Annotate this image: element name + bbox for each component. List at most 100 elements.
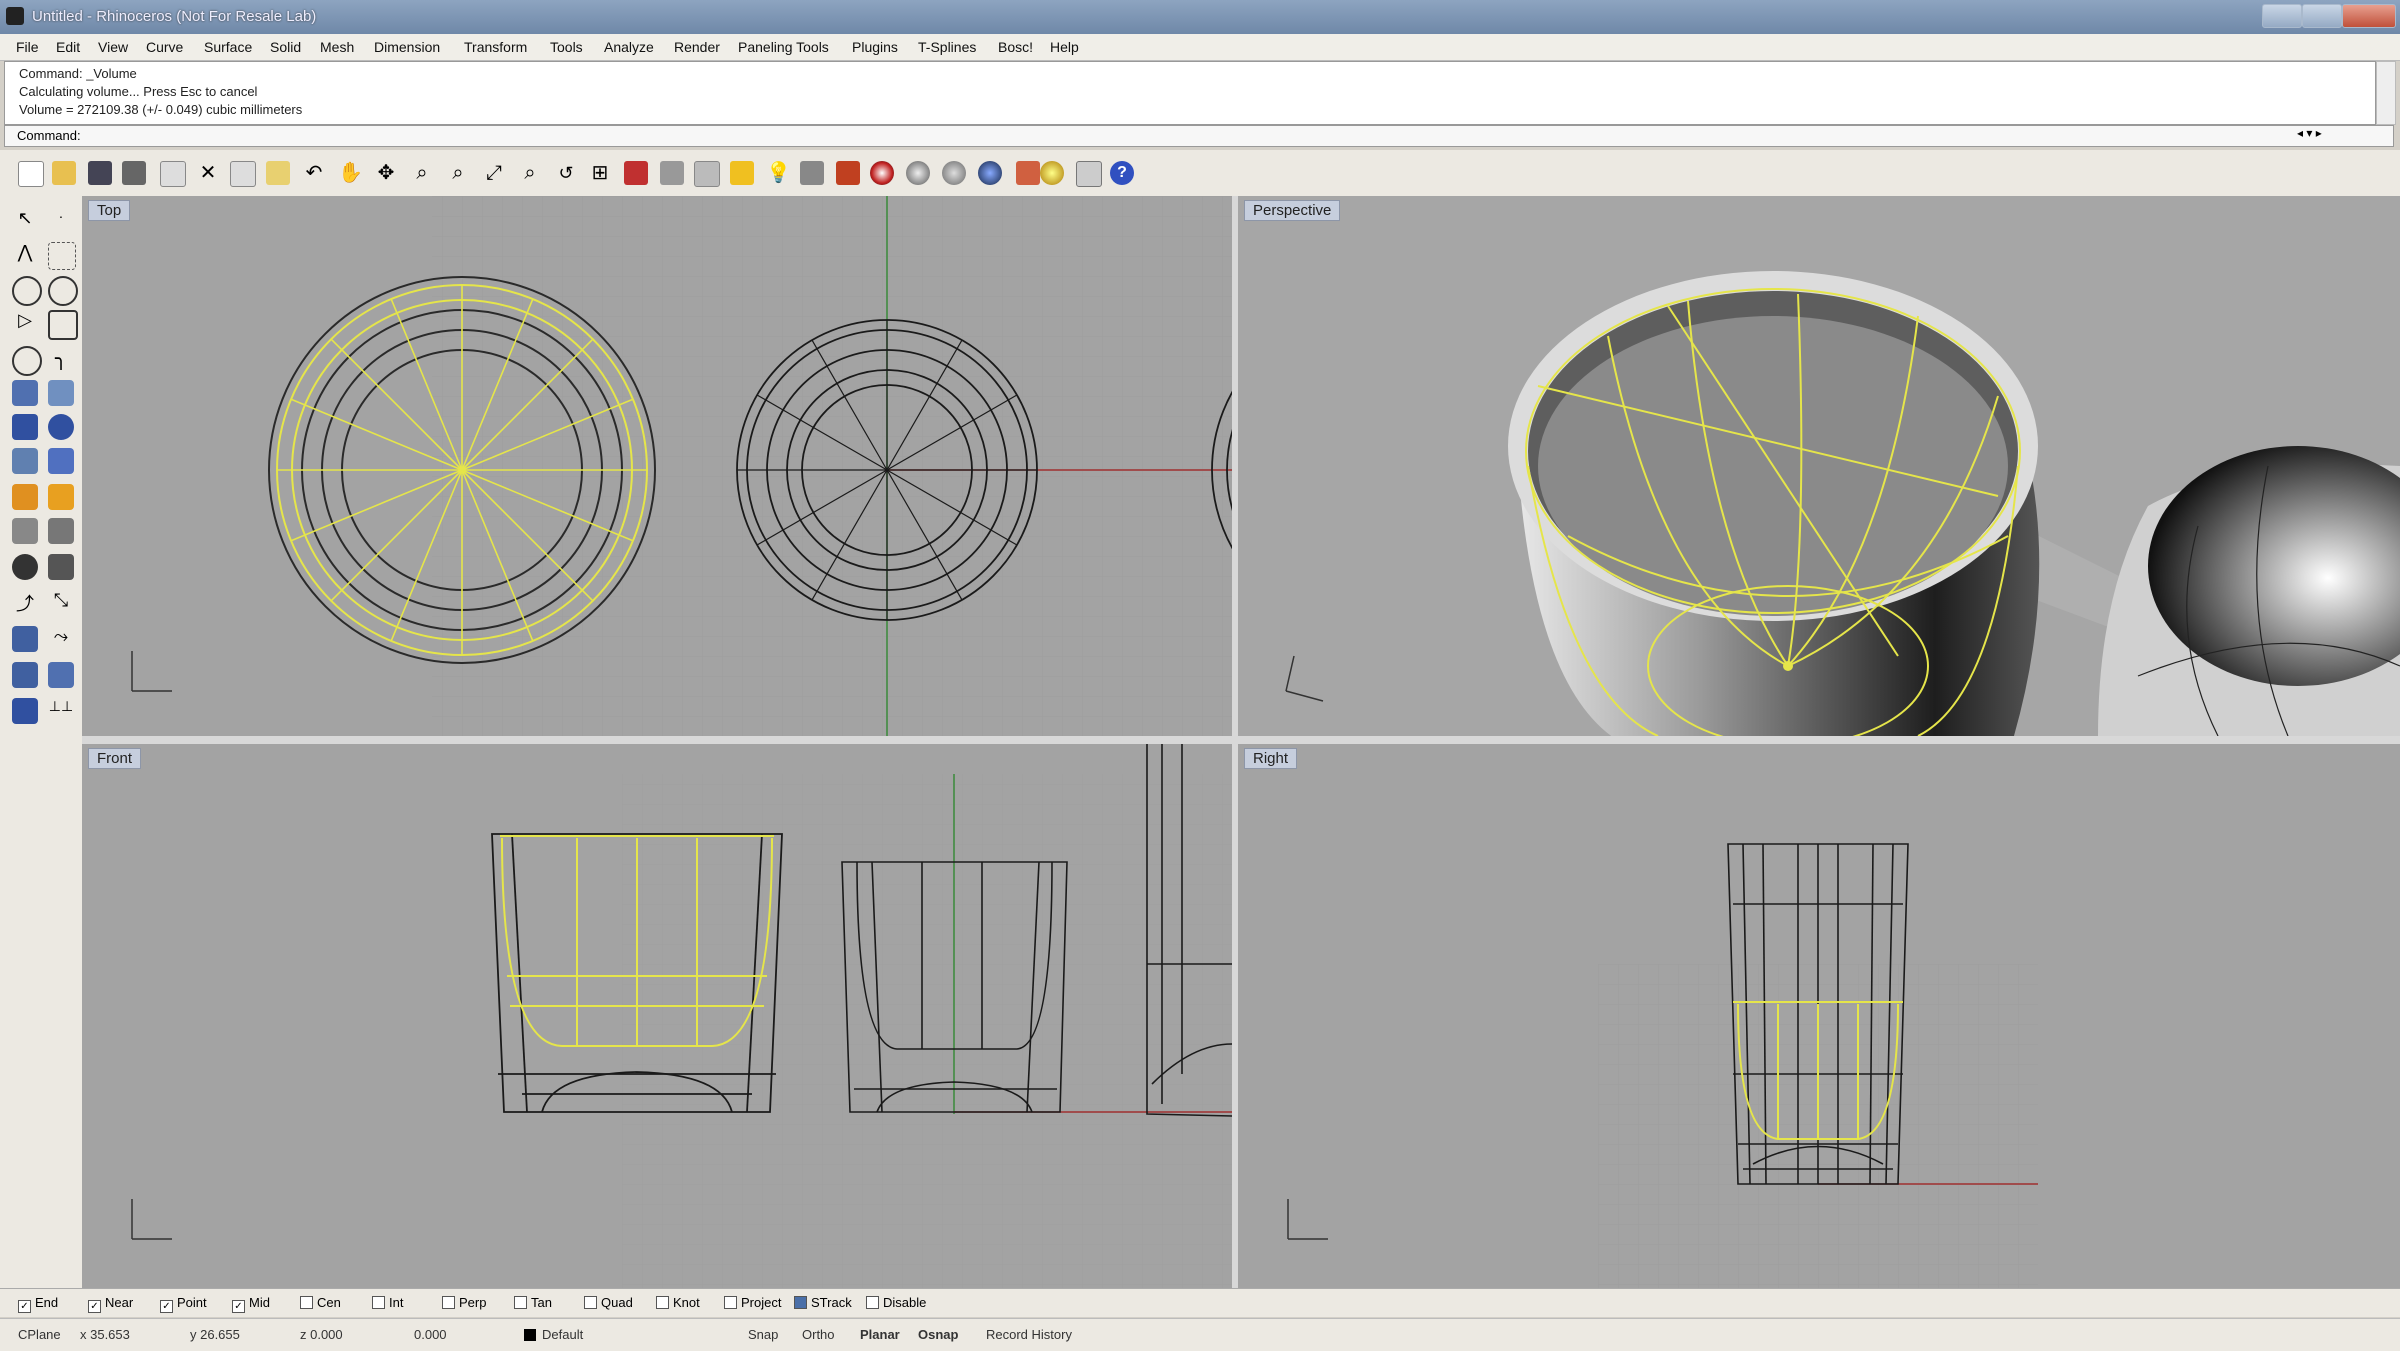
- viewport-perspective[interactable]: Perspective: [1238, 196, 2400, 736]
- checkbox-icon[interactable]: [724, 1296, 737, 1309]
- minimize-button[interactable]: [2262, 4, 2302, 28]
- sphere-icon[interactable]: [48, 414, 74, 440]
- checkbox-icon[interactable]: ✓: [18, 1300, 31, 1313]
- command-nav-arrows-icon[interactable]: ◂ ▾ ▸: [2297, 126, 2322, 140]
- extrude-icon[interactable]: [12, 448, 38, 474]
- rectangle-icon[interactable]: [48, 310, 78, 340]
- checkbox-icon[interactable]: ✓: [88, 1300, 101, 1313]
- import-icon[interactable]: [160, 161, 186, 187]
- mirror-icon[interactable]: [48, 662, 74, 688]
- array-icon[interactable]: [12, 698, 38, 724]
- osnap-near[interactable]: ✓ Near: [88, 1295, 133, 1313]
- menu-t-splines[interactable]: T-Splines: [918, 39, 976, 55]
- viewport-right[interactable]: Right: [1238, 744, 2400, 1288]
- zoom-extents-icon[interactable]: ⤢: [482, 161, 506, 185]
- menu-bosc[interactable]: Bosc!: [998, 39, 1033, 55]
- menu-tools[interactable]: Tools: [550, 39, 583, 55]
- menu-mesh[interactable]: Mesh: [320, 39, 354, 55]
- shaded-view-icon[interactable]: [906, 161, 930, 185]
- undo-icon[interactable]: ↶: [302, 161, 326, 185]
- menu-help[interactable]: Help: [1050, 39, 1079, 55]
- menu-edit[interactable]: Edit: [56, 39, 80, 55]
- snap-toggle[interactable]: Snap: [748, 1327, 778, 1342]
- menu-dimension[interactable]: Dimension: [374, 39, 440, 55]
- checkbox-icon[interactable]: [584, 1296, 597, 1309]
- osnap-cen[interactable]: Cen: [300, 1295, 341, 1310]
- osnap-tan[interactable]: Tan: [514, 1295, 552, 1310]
- menu-surface[interactable]: Surface: [204, 39, 252, 55]
- osnap-int[interactable]: Int: [372, 1295, 403, 1310]
- grid-icon[interactable]: [1076, 161, 1102, 187]
- select-arrow-icon[interactable]: ↖: [12, 208, 38, 234]
- maximize-button[interactable]: [2302, 4, 2342, 28]
- osnap-strack[interactable]: STrack: [794, 1295, 852, 1310]
- menu-curve[interactable]: Curve: [146, 39, 183, 55]
- checkbox-icon[interactable]: ✓: [232, 1300, 245, 1313]
- rotate-icon[interactable]: ⤳: [48, 626, 74, 652]
- viewport-label-top[interactable]: Top: [88, 200, 131, 221]
- circle-icon[interactable]: [12, 276, 42, 306]
- split-icon[interactable]: [48, 518, 74, 544]
- menu-analyze[interactable]: Analyze: [604, 39, 654, 55]
- checkbox-icon[interactable]: ✓: [160, 1300, 173, 1313]
- command-history[interactable]: Command: _Volume Calculating volume... P…: [4, 61, 2376, 125]
- osnap-mid[interactable]: ✓ Mid: [232, 1295, 270, 1313]
- osnap-perp[interactable]: Perp: [442, 1295, 486, 1310]
- options-icon[interactable]: [1016, 161, 1040, 185]
- move-icon[interactable]: ⤡: [48, 590, 74, 616]
- viewport-label-right[interactable]: Right: [1244, 748, 1298, 769]
- rendered-view-icon[interactable]: [942, 161, 966, 185]
- polyline-icon[interactable]: ⋀: [12, 242, 38, 268]
- menu-view[interactable]: View: [98, 39, 128, 55]
- menu-paneling-tools[interactable]: Paneling Tools: [738, 39, 829, 55]
- select-all-icon[interactable]: [624, 161, 648, 185]
- rotate-view-icon[interactable]: ✥: [374, 161, 398, 185]
- menu-plugins[interactable]: Plugins: [852, 39, 898, 55]
- menu-render[interactable]: Render: [674, 39, 720, 55]
- osnap-point[interactable]: ✓ Point: [160, 1295, 207, 1313]
- record-history-toggle[interactable]: Record History: [986, 1327, 1072, 1342]
- group-icon[interactable]: [12, 554, 38, 580]
- zoom-selected-icon[interactable]: ⌕: [518, 161, 542, 185]
- four-viewports-icon[interactable]: ⊞: [588, 161, 612, 185]
- ellipse-icon[interactable]: [48, 276, 78, 306]
- viewport-top[interactable]: Top: [82, 196, 1232, 736]
- current-layer[interactable]: Default: [542, 1327, 583, 1342]
- material-icon[interactable]: [978, 161, 1002, 185]
- save-icon[interactable]: [88, 161, 112, 185]
- copy-object-icon[interactable]: [12, 626, 38, 652]
- ortho-toggle[interactable]: Ortho: [802, 1327, 835, 1342]
- open-file-icon[interactable]: [52, 161, 76, 185]
- polygon-icon[interactable]: [12, 346, 42, 376]
- object-properties-icon[interactable]: [836, 161, 860, 185]
- point-icon[interactable]: ·: [48, 208, 74, 234]
- layer-icon[interactable]: [800, 161, 824, 185]
- zoom-dynamic-icon[interactable]: ⌕: [410, 161, 434, 185]
- checkbox-icon[interactable]: [514, 1296, 527, 1309]
- checkbox-icon[interactable]: [442, 1296, 455, 1309]
- viewport-label-perspective[interactable]: Perspective: [1244, 200, 1341, 221]
- curve-icon[interactable]: [48, 242, 76, 270]
- checkbox-icon[interactable]: [300, 1296, 313, 1309]
- paste-icon[interactable]: [266, 161, 290, 185]
- zoom-window-icon[interactable]: ⌕: [446, 161, 470, 185]
- right-viewport-canvas[interactable]: [1238, 744, 2400, 1288]
- scale-icon[interactable]: [12, 662, 38, 688]
- menu-solid[interactable]: Solid: [270, 39, 301, 55]
- osnap-quad[interactable]: Quad: [584, 1295, 633, 1310]
- help-icon[interactable]: ?: [1110, 161, 1134, 185]
- lock-objects-icon[interactable]: [694, 161, 720, 187]
- checkbox-icon[interactable]: [866, 1296, 879, 1309]
- checkbox-icon[interactable]: [794, 1296, 807, 1309]
- history-scrollbar[interactable]: [2376, 61, 2396, 125]
- trim-icon[interactable]: [12, 518, 38, 544]
- menu-transform[interactable]: Transform: [464, 39, 527, 55]
- checkbox-icon[interactable]: [372, 1296, 385, 1309]
- cplane-indicator[interactable]: CPlane: [18, 1327, 61, 1342]
- cut-icon[interactable]: ✕: [196, 161, 220, 185]
- dimension-icon[interactable]: ⊥⊥: [48, 698, 74, 724]
- viewport-front[interactable]: Front: [82, 744, 1232, 1288]
- explode-icon[interactable]: [48, 484, 74, 510]
- surface-icon[interactable]: [12, 380, 38, 406]
- close-button[interactable]: [2342, 4, 2396, 28]
